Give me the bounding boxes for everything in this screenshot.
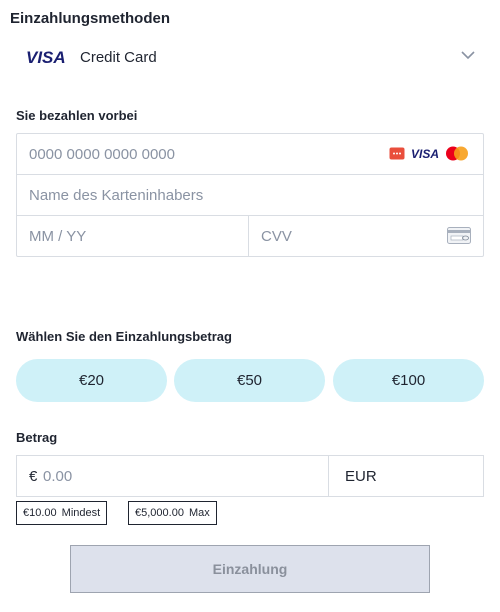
amount-select-title: Wählen Sie den Einzahlungsbetrag [16,329,232,344]
max-amount-badge: €5,000.00 Max [128,501,217,525]
card-expiry-cvv-row [17,216,483,256]
amount-title: Betrag [16,430,58,445]
min-amount-label: Mindest [61,507,101,519]
min-amount-value: €10.00 [23,507,57,519]
currency-symbol: € [29,468,38,485]
cvv-card-icon [447,227,471,244]
min-amount-badge: €10.00 Mindest [16,501,108,525]
amount-option-50-button[interactable]: €50 [174,359,325,402]
amount-input[interactable] [43,456,323,496]
visa-brand-icon: VISA [411,147,439,160]
deposit-button[interactable]: Einzahlung [70,545,430,593]
mastercard-icon [446,146,468,161]
chevron-down-icon[interactable] [460,49,476,61]
visa-logo-icon: VISA [26,48,66,66]
page-title: Einzahlungsmethoden [10,10,171,27]
svg-text:VISA: VISA [411,147,439,160]
expiry-input[interactable] [17,216,248,256]
generic-card-icon [389,147,405,160]
payment-method-select[interactable]: VISA Credit Card [16,40,486,74]
currency-display: EUR [328,456,483,496]
card-number-row: VISA [17,134,483,175]
max-amount-value: €5,000.00 [135,507,184,519]
amount-option-20-button[interactable]: €20 [16,359,167,402]
card-form-title: Sie bezahlen vorbei [16,108,138,123]
expiry-cell [17,216,249,256]
card-form: VISA [16,133,484,257]
card-holder-row [17,175,483,216]
amount-option-100-button[interactable]: €100 [333,359,484,402]
payment-method-label: Credit Card [80,48,157,66]
card-holder-input[interactable] [17,175,483,215]
amount-field: € EUR [16,455,484,497]
max-amount-label: Max [188,507,210,519]
svg-text:VISA: VISA [26,48,66,66]
card-brands: VISA [389,146,469,161]
currency-code: EUR [345,468,377,485]
cvv-cell [249,216,483,256]
